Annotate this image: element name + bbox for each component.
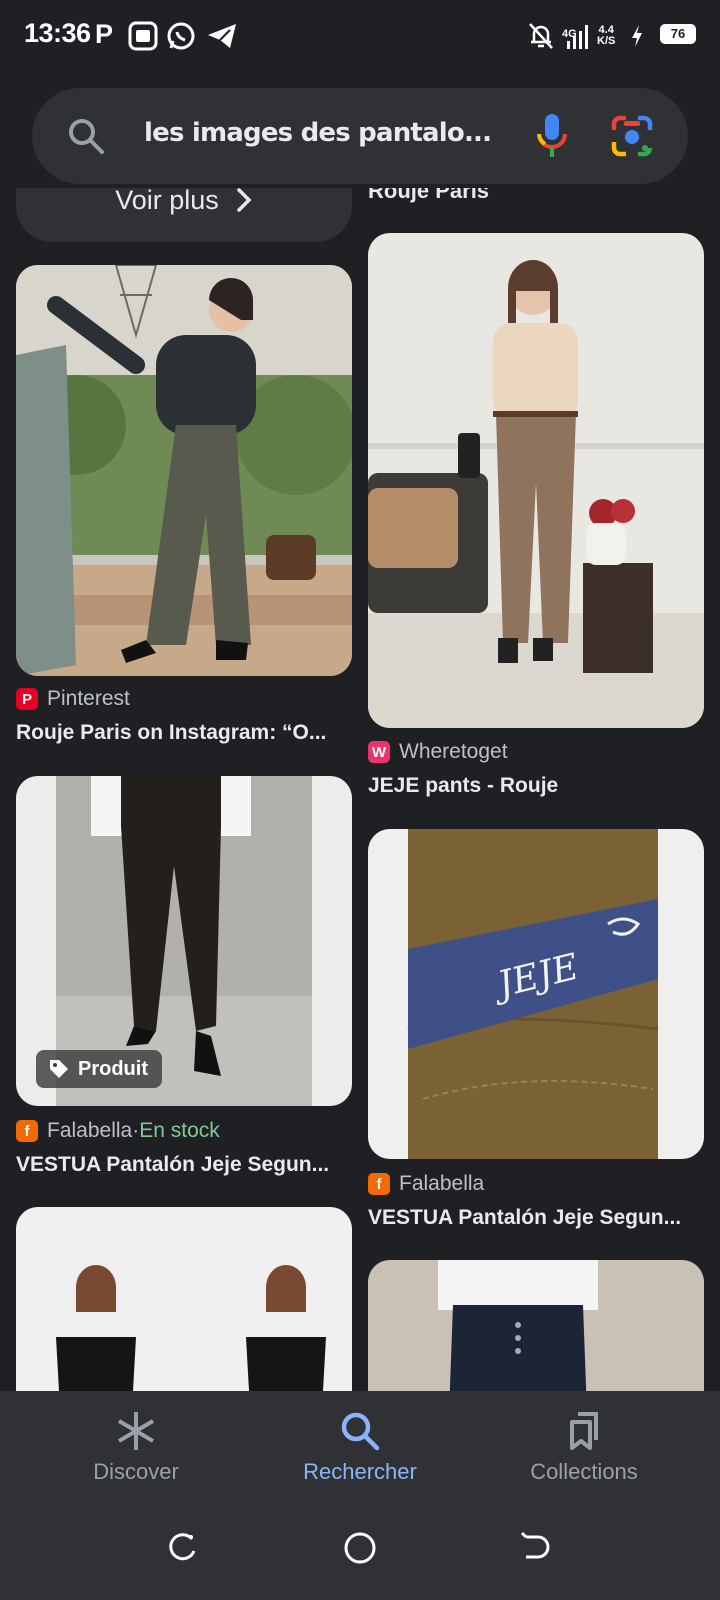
result-image-jeje-pants[interactable] [368, 233, 704, 728]
status-time: 13:36 [24, 18, 91, 48]
result-title[interactable]: VESTUA Pantalón Jeje Segun... [16, 1153, 346, 1177]
product-badge: Produit [36, 1050, 162, 1088]
wheretoget-icon: W [368, 741, 390, 763]
result-source[interactable]: f Falabella [368, 1172, 484, 1196]
result-source[interactable]: P Pinterest [16, 687, 130, 711]
search-bar[interactable]: les images des pantalo... [32, 88, 688, 184]
mute-icon [528, 20, 554, 52]
search-query[interactable]: les images des pantalo... [144, 118, 514, 148]
voir-plus-label: Voir plus [115, 188, 219, 215]
result-source[interactable]: W Wheretoget [368, 740, 508, 764]
recent-apps-icon[interactable] [166, 1531, 198, 1568]
google-lens-icon[interactable] [610, 114, 654, 163]
result-title[interactable]: VESTUA Pantalón Jeje Segun... [368, 1206, 698, 1230]
result-source[interactable]: f Falabella · En stock [16, 1119, 220, 1143]
network-speed: 4.4 K/S [597, 24, 616, 47]
result-image-black-tops[interactable] [16, 1207, 352, 1391]
system-navigation-bar [0, 1495, 720, 1600]
status-bar: 13:36 P 4G 4.4 K/S 76 [0, 0, 720, 72]
voir-plus-button[interactable]: Voir plus [16, 188, 352, 242]
falabella-icon: f [368, 1173, 390, 1195]
tab-rechercher[interactable]: Rechercher [260, 1409, 460, 1485]
voice-search-icon[interactable] [532, 110, 572, 167]
search-icon[interactable] [66, 116, 106, 161]
battery-indicator: 76 [660, 24, 696, 44]
back-icon[interactable] [520, 1531, 552, 1568]
tab-discover[interactable]: Discover [36, 1409, 236, 1485]
telegram-icon [206, 20, 238, 52]
result-image-navy-pants[interactable] [368, 1260, 704, 1391]
falabella-icon: f [16, 1120, 38, 1142]
tab-collections[interactable]: Collections [484, 1409, 684, 1485]
chevron-right-icon [237, 188, 252, 212]
home-icon[interactable] [343, 1531, 377, 1570]
result-image-jeje-label[interactable]: JEJE [368, 829, 704, 1159]
bottom-navigation: Discover Rechercher Collections [0, 1391, 720, 1495]
pinterest-icon: P [16, 688, 38, 710]
result-title[interactable]: Rouje Paris on Instagram: “O... [16, 721, 346, 745]
result-image-rouje-paris[interactable] [16, 265, 352, 676]
image-results: Voir plus Rouje Paris P Pinterest Rouje … [0, 188, 720, 1391]
charging-icon [630, 20, 644, 52]
whatsapp-icon [166, 20, 196, 52]
network-type: 4G [562, 27, 577, 40]
collections-icon [570, 1412, 598, 1450]
parking-notification-icon: P [95, 18, 114, 49]
app-notification-icon [128, 20, 158, 52]
previous-result-title[interactable]: Rouje Paris [368, 188, 489, 204]
search-icon [341, 1412, 380, 1451]
result-image-vestua-pantalon[interactable]: Produit [16, 776, 352, 1106]
stock-status: En stock [139, 1119, 220, 1142]
asterisk-icon [117, 1412, 155, 1450]
tag-icon [50, 1060, 68, 1078]
result-title[interactable]: JEJE pants - Rouje [368, 774, 698, 798]
